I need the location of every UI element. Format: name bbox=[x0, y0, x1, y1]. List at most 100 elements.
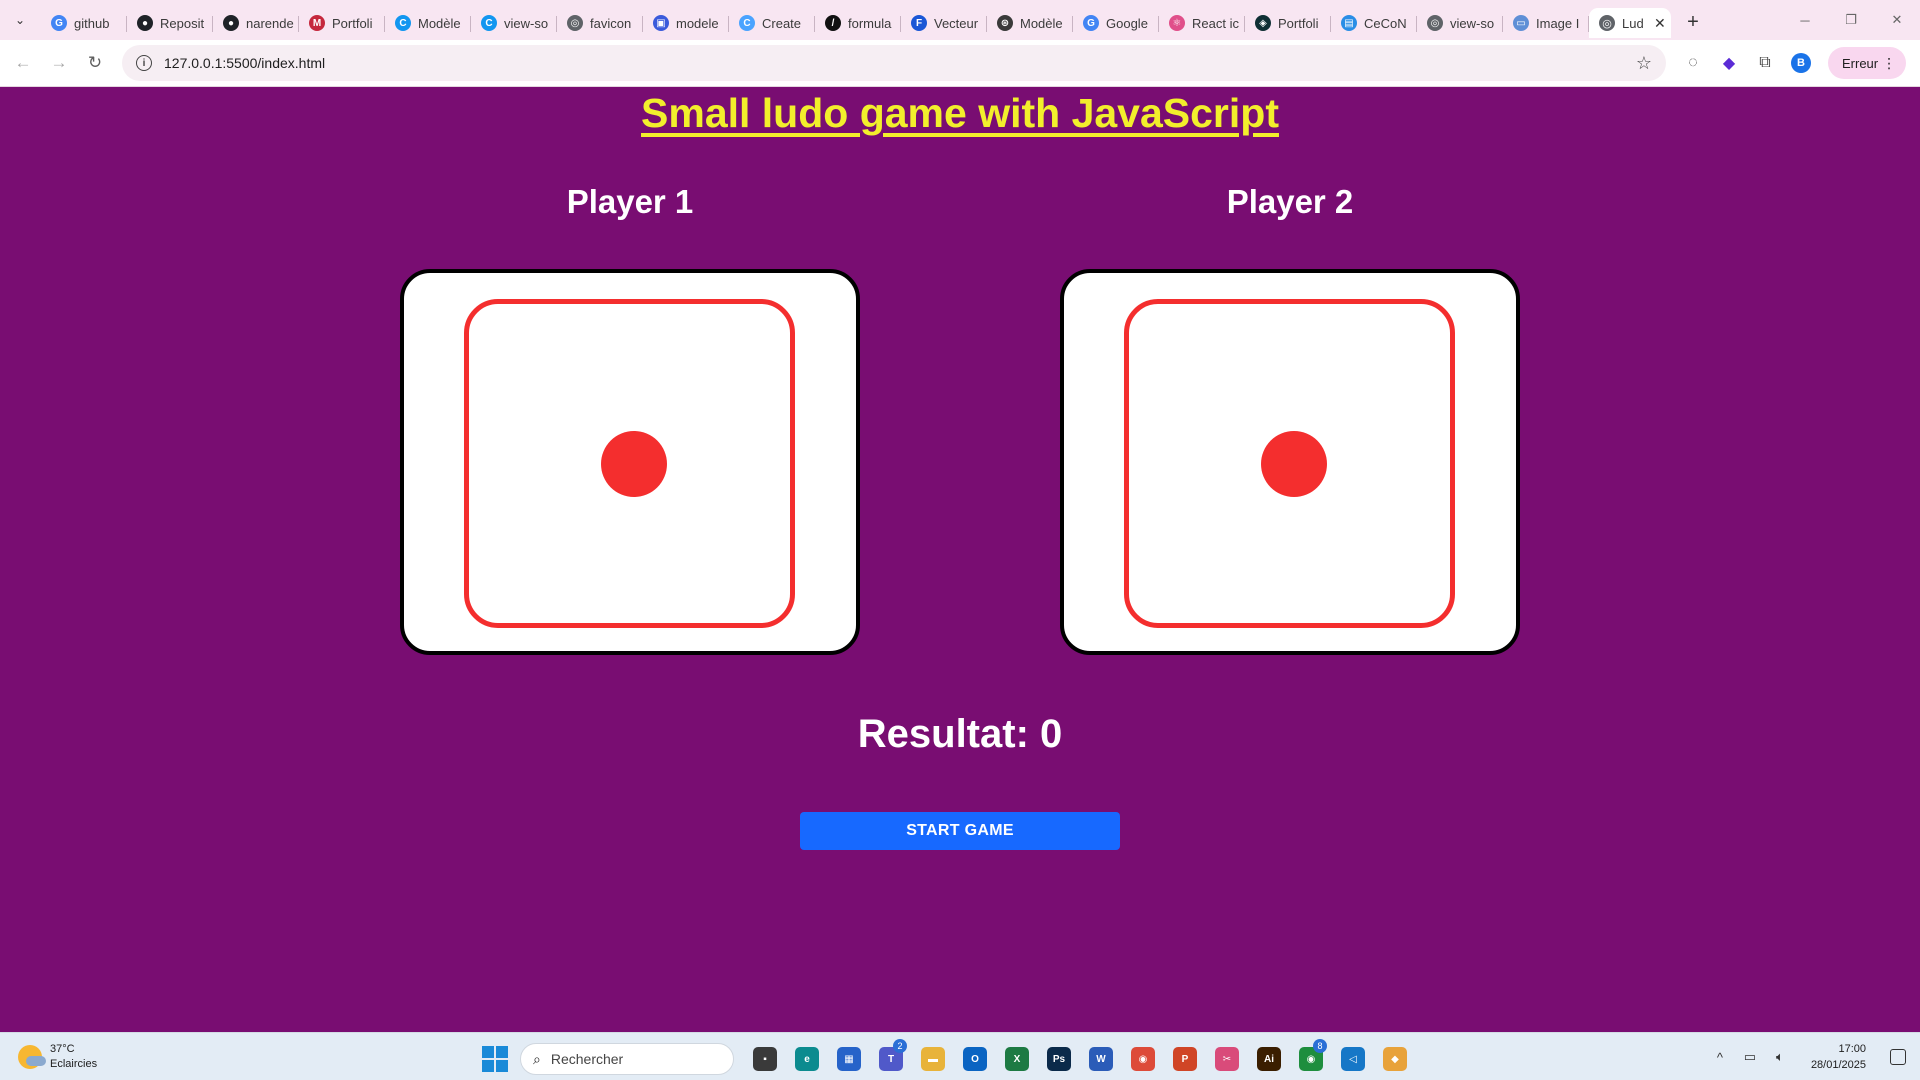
volume-icon[interactable]: 🔈︎ bbox=[1768, 1049, 1792, 1065]
taskbar-apps: ⌕ Rechercher ▪ e ▦ T 2 ▬ O X Ps W ◉ P ✂ Ai ◉ 8 ◁ ◆ bbox=[482, 1039, 1416, 1077]
excel-icon: X bbox=[1005, 1047, 1029, 1071]
canva-icon: C bbox=[395, 15, 411, 31]
browser-tab[interactable]: Ggithub bbox=[41, 8, 127, 38]
browser-tab[interactable]: C Modèle bbox=[385, 8, 471, 38]
weather-temperature: 37°C bbox=[50, 1043, 75, 1055]
tab-active[interactable]: ◎ Lud ✕ bbox=[1589, 8, 1671, 38]
taskbar-app[interactable]: ▬ bbox=[915, 1041, 951, 1077]
reading-mode-icon[interactable]: ◌ bbox=[1676, 46, 1710, 80]
taskbar-app[interactable]: ◉ bbox=[1125, 1041, 1161, 1077]
site-info-icon[interactable]: i bbox=[136, 55, 152, 71]
extensions-puzzle-icon[interactable]: ⧉ bbox=[1748, 46, 1782, 80]
new-tab-plus-icon[interactable]: + bbox=[1679, 8, 1707, 36]
tab-label: Modèle bbox=[1020, 15, 1063, 31]
player-2-label: Player 2 bbox=[1226, 183, 1354, 220]
image-icon: ▣ bbox=[653, 15, 669, 31]
weather-widget[interactable]: 37°C Eclaircies bbox=[18, 1042, 97, 1072]
taskbar-search-box[interactable]: ⌕ Rechercher bbox=[520, 1043, 734, 1075]
start-game-button[interactable]: START GAME bbox=[800, 812, 1120, 850]
browser-tab[interactable]: ● Reposit bbox=[127, 8, 213, 38]
back-arrow-icon[interactable]: ← bbox=[6, 46, 40, 80]
taskbar-app[interactable]: ▪ bbox=[747, 1041, 783, 1077]
notification-bell-icon[interactable] bbox=[1890, 1049, 1906, 1065]
tab-label: view-so bbox=[504, 15, 549, 31]
player-2-die bbox=[1060, 269, 1520, 655]
taskbar-app[interactable]: W bbox=[1083, 1041, 1119, 1077]
browser-tab[interactable]: ◈ Portfoli bbox=[1245, 8, 1331, 38]
tab-label: github bbox=[74, 15, 110, 31]
browser-tab[interactable]: ◎ favicon bbox=[557, 8, 643, 38]
network-icon[interactable]: ▭ bbox=[1738, 1049, 1762, 1065]
photoshop-icon: Ps bbox=[1047, 1047, 1071, 1071]
tab-label: Image I bbox=[1536, 15, 1580, 31]
doc-icon: ▤ bbox=[1341, 15, 1357, 31]
close-window-icon[interactable]: ✕ bbox=[1874, 0, 1920, 40]
taskbar-app[interactable]: ◆ bbox=[1377, 1041, 1413, 1077]
extension-stack-icon[interactable]: ◆ bbox=[1712, 46, 1746, 80]
weather-partly-cloudy-icon bbox=[18, 1045, 46, 1069]
browser-tab[interactable]: G Google bbox=[1073, 8, 1159, 38]
close-tab-icon[interactable]: ✕ bbox=[1654, 15, 1666, 32]
browser-tab[interactable]: M Portfoli bbox=[299, 8, 385, 38]
browser-tab[interactable]: ● narende bbox=[213, 8, 299, 38]
browser-tab[interactable]: C Create bbox=[729, 8, 815, 38]
tab-search-chevron-icon[interactable]: ⌄ bbox=[7, 7, 33, 33]
folder-icon: ▬ bbox=[921, 1047, 945, 1071]
die-face bbox=[1124, 299, 1455, 628]
kebab-menu-icon[interactable]: ⋮ bbox=[1882, 55, 1896, 72]
taskbar-app[interactable]: Ai bbox=[1251, 1041, 1287, 1077]
bookmark-star-icon[interactable]: ☆ bbox=[1636, 53, 1652, 74]
taskbar-app[interactable]: Ps bbox=[1041, 1041, 1077, 1077]
browser-tab[interactable]: / formula bbox=[815, 8, 901, 38]
profile-avatar[interactable]: B bbox=[1784, 46, 1818, 80]
taskbar-app[interactable]: ✂ bbox=[1209, 1041, 1245, 1077]
minimize-icon[interactable]: ─ bbox=[1782, 0, 1828, 40]
error-status-pill[interactable]: Erreur ⋮ bbox=[1828, 47, 1907, 79]
forward-arrow-icon[interactable]: → bbox=[42, 46, 76, 80]
browser-tab[interactable]: ▣ modele bbox=[643, 8, 729, 38]
windows-start-icon[interactable] bbox=[482, 1046, 508, 1072]
tab-label: view-so bbox=[1450, 15, 1495, 31]
powerpoint-icon: P bbox=[1173, 1047, 1197, 1071]
reload-icon[interactable]: ↻ bbox=[78, 46, 112, 80]
tab-list: Ggithub ● Reposit ● narende M Portfoli C Modèle C… bbox=[41, 0, 1589, 40]
edge-icon: e bbox=[795, 1047, 819, 1071]
die-pip bbox=[1261, 431, 1327, 497]
notification-badge: 8 bbox=[1313, 1039, 1327, 1053]
windows-taskbar: 37°C Eclaircies ⌕ Rechercher ▪ e ▦ T 2 ▬ O X Ps W… bbox=[0, 1032, 1920, 1080]
browser-tab[interactable]: ◎ view-so bbox=[1417, 8, 1503, 38]
tab-label: Modèle bbox=[418, 15, 461, 31]
tab-label: Portfoli bbox=[1278, 15, 1319, 31]
address-bar[interactable]: i 127.0.0.1:5500/index.html ☆ bbox=[122, 45, 1666, 81]
tab-label: Portfoli bbox=[332, 15, 373, 31]
taskbar-app[interactable]: X bbox=[999, 1041, 1035, 1077]
taskbar-app[interactable]: ◁ bbox=[1335, 1041, 1371, 1077]
globe-icon: ◎ bbox=[1599, 15, 1615, 31]
restore-icon[interactable]: ❐ bbox=[1828, 0, 1874, 40]
tab-label: React ic bbox=[1192, 15, 1239, 31]
taskbar-app[interactable]: P bbox=[1167, 1041, 1203, 1077]
notification-badge: 2 bbox=[893, 1039, 907, 1053]
weather-description: Eclaircies bbox=[50, 1058, 98, 1070]
tab-label: formula bbox=[848, 15, 892, 31]
taskbar-app[interactable]: ▦ bbox=[831, 1041, 867, 1077]
result-text: Resultat: 0 bbox=[857, 712, 1063, 756]
taskbar-app[interactable]: ◉ 8 bbox=[1293, 1039, 1329, 1077]
taskbar-app[interactable]: T2 bbox=[873, 1039, 909, 1077]
error-label: Erreur bbox=[1842, 55, 1879, 71]
taskbar-app[interactable]: O bbox=[957, 1041, 993, 1077]
browser-tab[interactable]: Cview-so bbox=[471, 8, 557, 38]
tab-label: Vecteur bbox=[934, 15, 979, 31]
browser-tab[interactable]: F Vecteur bbox=[901, 8, 987, 38]
chevron-up-icon[interactable]: ^ bbox=[1708, 1050, 1732, 1065]
browser-tab[interactable]: ▭ Image I bbox=[1503, 8, 1589, 38]
browser-tab[interactable]: ⚛ React ic bbox=[1159, 8, 1245, 38]
player-1-die bbox=[400, 269, 860, 655]
browser-toolbar: ← → ↻ i 127.0.0.1:5500/index.html ☆ ◌ ◆ … bbox=[0, 40, 1920, 87]
profile-letter: B bbox=[1791, 53, 1811, 73]
search-placeholder: Rechercher bbox=[550, 1051, 624, 1067]
browser-tab[interactable]: ▤ CeCoN bbox=[1331, 8, 1417, 38]
clock[interactable]: 17:00 28/01/2025 bbox=[1811, 1041, 1866, 1073]
browser-tab[interactable]: ⊛ Modèle bbox=[987, 8, 1073, 38]
taskbar-app[interactable]: e bbox=[789, 1041, 825, 1077]
